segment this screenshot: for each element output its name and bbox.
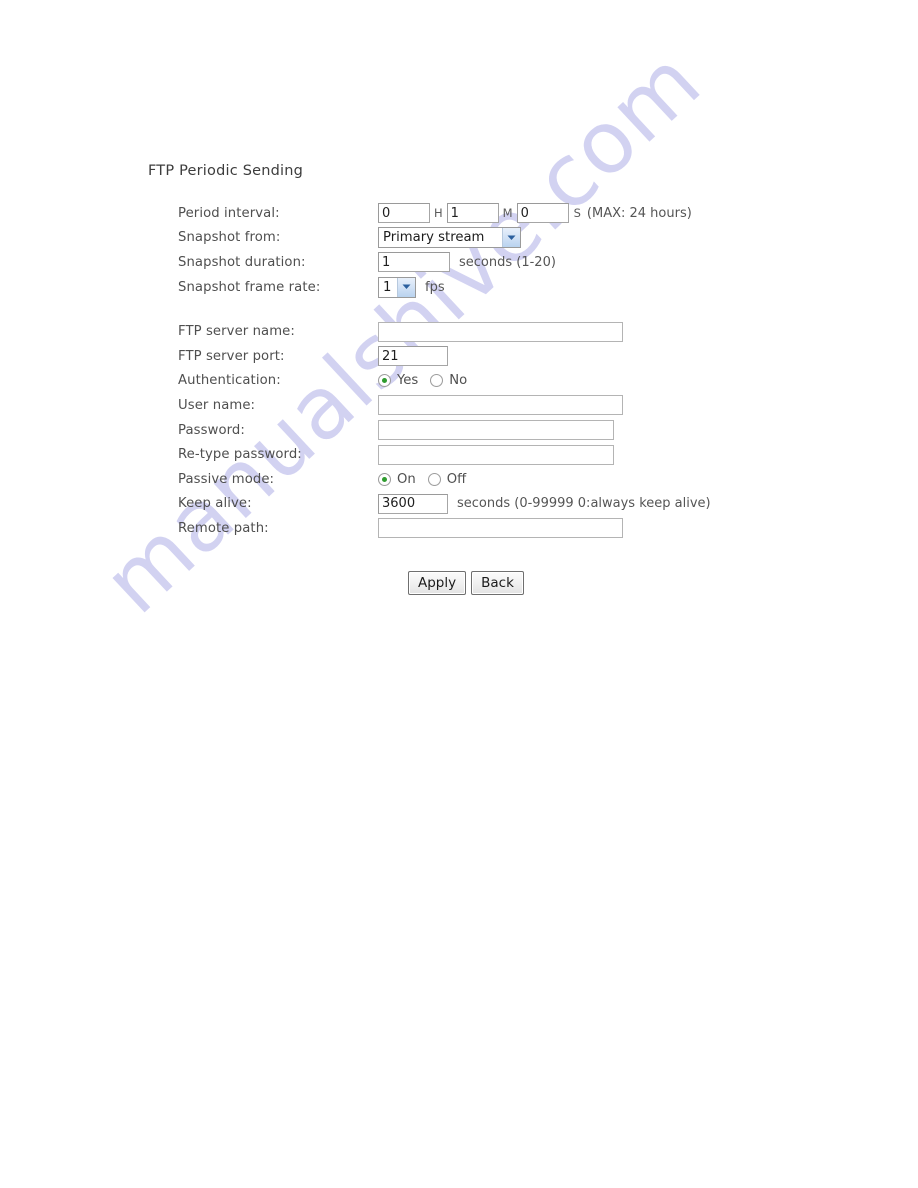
authentication-radio-group: Yes No <box>378 373 479 388</box>
back-button[interactable]: Back <box>471 571 524 595</box>
password-label: Password: <box>178 422 245 438</box>
snapshot-from-controls: Primary stream <box>378 227 521 249</box>
form-row-period-interval: Period interval: H M S (MAX: 24 hours) <box>178 201 878 226</box>
snapshot-duration-input[interactable] <box>378 252 450 273</box>
passive-mode-radio-off[interactable]: Off <box>427 471 467 487</box>
snapshot-frame-rate-select[interactable]: 1 <box>378 276 416 298</box>
snapshot-frame-rate-controls: 1 fps <box>378 276 445 298</box>
snapshot-duration-controls: seconds (1-20) <box>378 252 556 273</box>
authentication-no-label: No <box>449 373 468 389</box>
radio-unselected-icon[interactable] <box>430 374 444 388</box>
period-interval-hours-unit: H <box>434 206 443 221</box>
user-name-controls <box>378 395 623 416</box>
ftp-server-port-label: FTP server port: <box>178 348 285 364</box>
keep-alive-hint: seconds (0-99999 0:always keep alive) <box>457 496 711 512</box>
period-interval-label: Period interval: <box>178 205 280 221</box>
user-name-label: User name: <box>178 397 256 413</box>
passive-mode-on-label: On <box>397 471 416 487</box>
form-row-ftp-server-port: FTP server port: <box>178 344 878 369</box>
form-row-snapshot-duration: Snapshot duration: seconds (1-20) <box>178 250 878 275</box>
period-interval-minutes-unit: M <box>502 206 513 221</box>
keep-alive-input[interactable] <box>378 493 448 514</box>
period-interval-controls: H M S (MAX: 24 hours) <box>378 203 692 224</box>
radio-selected-icon[interactable] <box>378 374 391 388</box>
password-controls <box>378 420 614 441</box>
keep-alive-label: Keep alive: <box>178 496 252 512</box>
chevron-down-icon[interactable] <box>502 228 520 248</box>
remote-path-controls <box>378 518 623 539</box>
retype-password-controls <box>378 444 614 465</box>
passive-mode-radio-group: On Off <box>378 472 478 487</box>
form-row-passive-mode: Passive mode: On Off <box>178 467 878 492</box>
passive-mode-label: Passive mode: <box>178 471 275 487</box>
ftp-server-name-input[interactable] <box>378 321 623 342</box>
ftp-server-port-input[interactable] <box>378 346 448 367</box>
form-row-remote-path: Remote path: <box>178 516 878 541</box>
retype-password-input[interactable] <box>378 444 614 465</box>
page-title: FTP Periodic Sending <box>148 163 304 179</box>
snapshot-frame-rate-unit: fps <box>425 279 445 295</box>
ftp-server-name-label: FTP server name: <box>178 324 295 340</box>
ftp-server-port-controls <box>378 346 448 367</box>
snapshot-frame-rate-label: Snapshot frame rate: <box>178 279 321 295</box>
radio-unselected-icon[interactable] <box>427 472 441 486</box>
user-name-input[interactable] <box>378 395 623 416</box>
period-interval-hint: (MAX: 24 hours) <box>586 205 692 221</box>
authentication-yes-label: Yes <box>397 373 419 389</box>
form-row-authentication: Authentication: Yes No <box>178 369 878 394</box>
password-input[interactable] <box>378 420 614 441</box>
form-row-snapshot-frame-rate: Snapshot frame rate: 1 fps <box>178 275 878 300</box>
form-row-password: Password: <box>178 418 878 443</box>
passive-mode-off-label: Off <box>446 471 467 487</box>
form-row-snapshot-from: Snapshot from: Primary stream <box>178 226 878 251</box>
snapshot-from-selected-value: Primary stream <box>383 230 485 246</box>
form-section-divider <box>178 299 878 319</box>
snapshot-duration-label: Snapshot duration: <box>178 254 306 270</box>
authentication-label: Authentication: <box>178 373 281 389</box>
authentication-radio-yes[interactable]: Yes <box>378 373 418 388</box>
authentication-controls: Yes No <box>378 373 479 388</box>
snapshot-from-label: Snapshot from: <box>178 230 281 246</box>
keep-alive-controls: seconds (0-99999 0:always keep alive) <box>378 493 711 514</box>
apply-button[interactable]: Apply <box>408 571 467 595</box>
ftp-periodic-sending-form: Period interval: H M S (MAX: 24 hours) S… <box>178 201 878 541</box>
chevron-down-icon[interactable] <box>397 277 416 297</box>
form-row-ftp-server-name: FTP server name: <box>178 319 878 344</box>
snapshot-duration-hint: seconds (1-20) <box>459 254 556 270</box>
authentication-radio-no[interactable]: No <box>430 373 467 388</box>
snapshot-from-select[interactable]: Primary stream <box>378 227 521 249</box>
period-interval-seconds-input[interactable] <box>516 203 569 224</box>
passive-mode-controls: On Off <box>378 472 478 487</box>
form-button-bar: Apply Back <box>408 571 529 595</box>
ftp-server-name-controls <box>378 321 623 342</box>
retype-password-label: Re-type password: <box>178 447 302 463</box>
period-interval-hours-input[interactable] <box>378 203 430 224</box>
radio-selected-icon[interactable] <box>378 472 391 486</box>
period-interval-seconds-unit: S <box>573 206 581 221</box>
period-interval-minutes-input[interactable] <box>446 203 499 224</box>
form-row-retype-password: Re-type password: <box>178 442 878 467</box>
remote-path-label: Remote path: <box>178 520 269 536</box>
page-content: FTP Periodic Sending Period interval: H … <box>0 0 918 1188</box>
remote-path-input[interactable] <box>378 518 623 539</box>
form-row-keep-alive: Keep alive: seconds (0-99999 0:always ke… <box>178 492 878 517</box>
snapshot-frame-rate-selected-value: 1 <box>383 279 392 295</box>
form-row-user-name: User name: <box>178 393 878 418</box>
passive-mode-radio-on[interactable]: On <box>378 472 416 487</box>
